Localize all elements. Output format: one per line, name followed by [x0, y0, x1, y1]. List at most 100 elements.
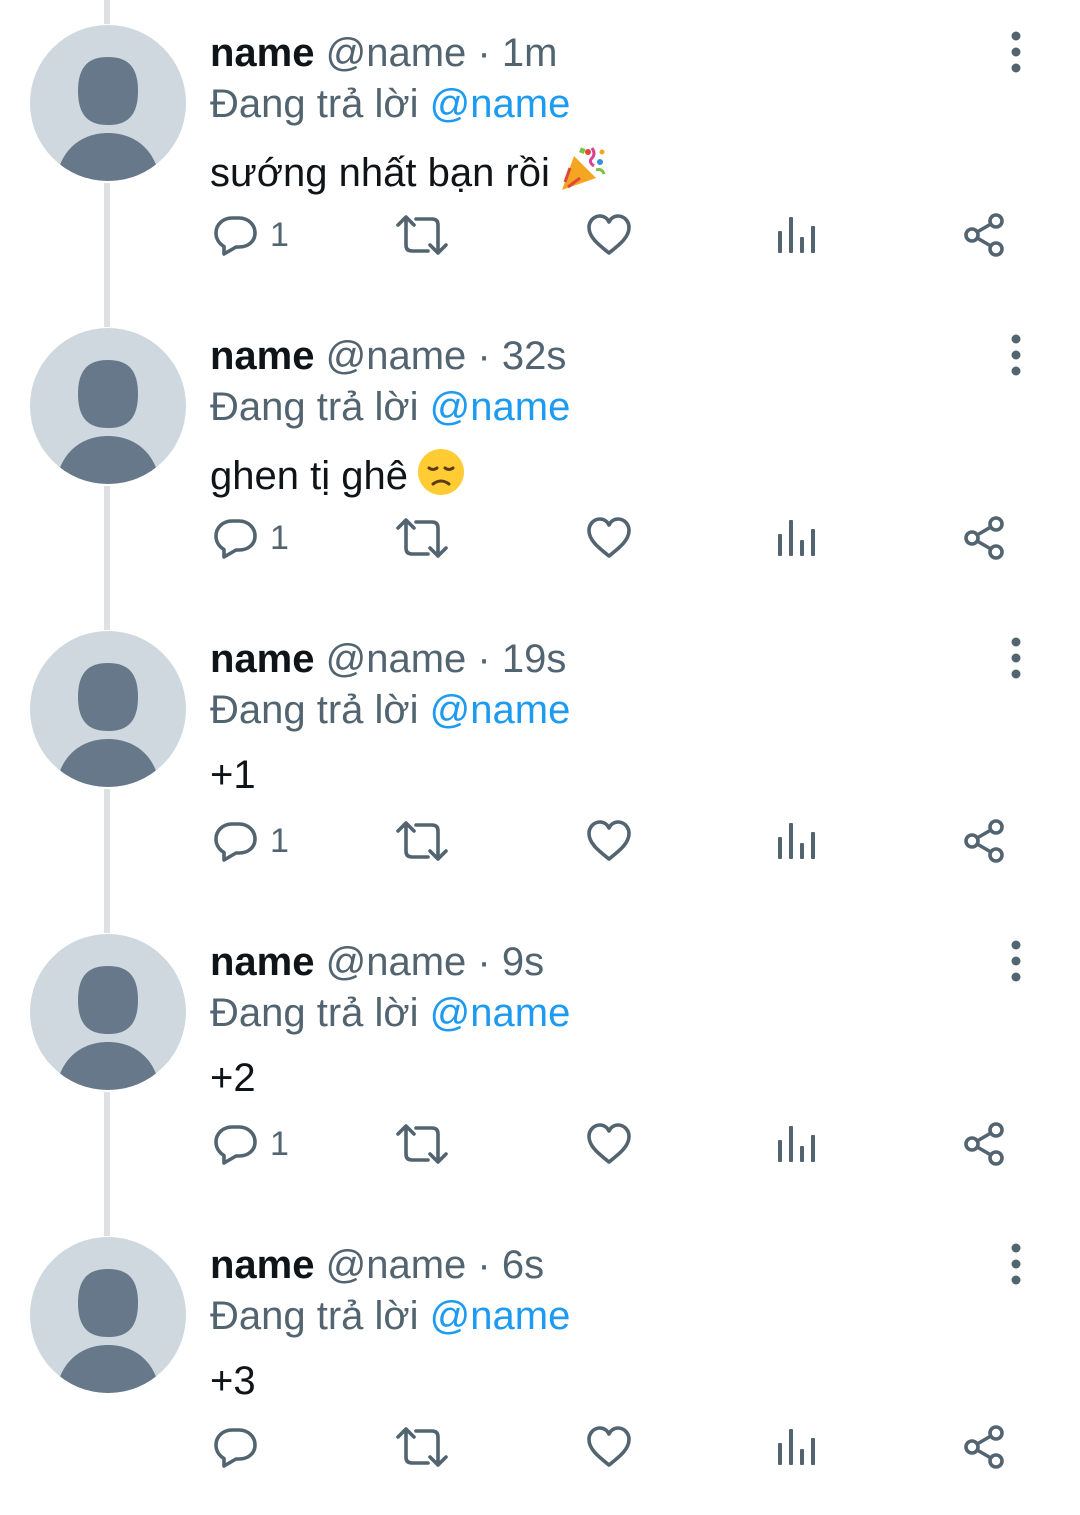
- reply-button[interactable]: 1: [212, 811, 289, 871]
- replying-label: Đang trả lời: [210, 385, 419, 429]
- tweet-text: sướng nhất bạn rồi: [210, 144, 608, 206]
- user-handle[interactable]: @name: [326, 31, 467, 75]
- share-icon: [960, 1423, 1008, 1471]
- avatar[interactable]: [30, 1237, 186, 1393]
- reply-count: 1: [270, 822, 289, 860]
- more-options-icon[interactable]: [996, 1242, 1036, 1288]
- share-icon: [960, 817, 1008, 865]
- tweet-actions: 1: [0, 1114, 1080, 1174]
- mention-link[interactable]: @name: [430, 1294, 571, 1338]
- reply-button[interactable]: 1: [212, 1114, 289, 1174]
- mention-link[interactable]: @name: [430, 688, 571, 732]
- user-handle[interactable]: @name: [326, 334, 467, 378]
- user-handle[interactable]: @name: [326, 637, 467, 681]
- like-button[interactable]: [585, 1417, 633, 1477]
- retweet-button[interactable]: [394, 811, 450, 871]
- avatar[interactable]: [30, 328, 186, 484]
- tweet-text: +1: [210, 750, 256, 800]
- timestamp[interactable]: 9s: [502, 940, 544, 984]
- replying-to: Đang trả lời @name: [210, 384, 570, 430]
- avatar[interactable]: [30, 25, 186, 181]
- tweet-actions: 1: [0, 508, 1080, 568]
- separator-dot: ·: [477, 31, 491, 75]
- reply-tweet[interactable]: name @name · 6s Đang trả lời @name +3: [0, 1212, 1080, 1515]
- reply-count: 1: [270, 1125, 289, 1163]
- user-handle[interactable]: @name: [326, 1243, 467, 1287]
- retweet-button[interactable]: [394, 508, 450, 568]
- replying-to: Đang trả lời @name: [210, 687, 570, 733]
- reply-button[interactable]: [212, 1417, 270, 1477]
- reply-icon: [212, 514, 260, 562]
- reply-icon: [212, 1423, 260, 1471]
- more-options-icon[interactable]: [996, 636, 1036, 682]
- mention-link[interactable]: @name: [430, 82, 571, 126]
- views-button[interactable]: [772, 205, 820, 265]
- mention-link[interactable]: @name: [430, 991, 571, 1035]
- heart-icon: [585, 817, 633, 865]
- views-button[interactable]: [772, 1417, 820, 1477]
- tweet-header: name @name · 19s: [210, 636, 566, 682]
- replying-label: Đang trả lời: [210, 991, 419, 1035]
- share-button[interactable]: [960, 811, 1008, 871]
- share-icon: [960, 1120, 1008, 1168]
- retweet-icon: [394, 1120, 450, 1168]
- share-button[interactable]: [960, 1417, 1008, 1477]
- reply-tweet[interactable]: name @name · 9s Đang trả lời @name +2 1: [0, 909, 1080, 1212]
- mention-link[interactable]: @name: [430, 385, 571, 429]
- separator-dot: ·: [477, 1243, 491, 1287]
- more-options-icon[interactable]: [996, 939, 1036, 985]
- more-options-icon[interactable]: [996, 333, 1036, 379]
- like-button[interactable]: [585, 811, 633, 871]
- like-button[interactable]: [585, 205, 633, 265]
- tweet-text-content: sướng nhất bạn rồi: [210, 151, 550, 195]
- share-button[interactable]: [960, 1114, 1008, 1174]
- display-name[interactable]: name: [210, 1243, 315, 1287]
- display-name[interactable]: name: [210, 334, 315, 378]
- user-handle[interactable]: @name: [326, 940, 467, 984]
- tweet-header: name @name · 1m: [210, 30, 557, 76]
- retweet-button[interactable]: [394, 1417, 450, 1477]
- reply-button[interactable]: 1: [212, 508, 289, 568]
- display-name[interactable]: name: [210, 637, 315, 681]
- reply-tweet[interactable]: name @name · 1m Đang trả lời @name sướng…: [0, 0, 1080, 303]
- share-button[interactable]: [960, 205, 1008, 265]
- avatar[interactable]: [30, 934, 186, 1090]
- retweet-button[interactable]: [394, 205, 450, 265]
- avatar[interactable]: [30, 631, 186, 787]
- reply-icon: [212, 1120, 260, 1168]
- share-button[interactable]: [960, 508, 1008, 568]
- analytics-icon: [772, 211, 820, 259]
- views-button[interactable]: [772, 1114, 820, 1174]
- retweet-button[interactable]: [394, 1114, 450, 1174]
- replying-to: Đang trả lời @name: [210, 81, 570, 127]
- display-name[interactable]: name: [210, 940, 315, 984]
- more-options-icon[interactable]: [996, 30, 1036, 76]
- reply-button[interactable]: 1: [212, 205, 289, 265]
- tweet-text: +3: [210, 1356, 256, 1406]
- timestamp[interactable]: 32s: [502, 334, 567, 378]
- tweet-text-content: ghen tị ghê: [210, 454, 408, 498]
- replying-to: Đang trả lời @name: [210, 990, 570, 1036]
- like-button[interactable]: [585, 1114, 633, 1174]
- reply-count: 1: [270, 519, 289, 557]
- replying-label: Đang trả lời: [210, 688, 419, 732]
- reply-icon: [212, 211, 260, 259]
- like-button[interactable]: [585, 508, 633, 568]
- reply-tweet[interactable]: name @name · 19s Đang trả lời @name +1 1: [0, 606, 1080, 909]
- disappointed-face-icon: [416, 447, 466, 509]
- views-button[interactable]: [772, 508, 820, 568]
- retweet-icon: [394, 1423, 450, 1471]
- tweet-text: ghen tị ghê: [210, 447, 466, 509]
- reply-tweet[interactable]: name @name · 32s Đang trả lời @name ghen…: [0, 303, 1080, 606]
- display-name[interactable]: name: [210, 31, 315, 75]
- share-icon: [960, 211, 1008, 259]
- analytics-icon: [772, 514, 820, 562]
- timestamp[interactable]: 1m: [502, 31, 558, 75]
- separator-dot: ·: [477, 940, 491, 984]
- timestamp[interactable]: 19s: [502, 637, 567, 681]
- views-button[interactable]: [772, 811, 820, 871]
- timestamp[interactable]: 6s: [502, 1243, 544, 1287]
- heart-icon: [585, 1423, 633, 1471]
- party-popper-icon: [558, 144, 608, 206]
- separator-dot: ·: [477, 334, 491, 378]
